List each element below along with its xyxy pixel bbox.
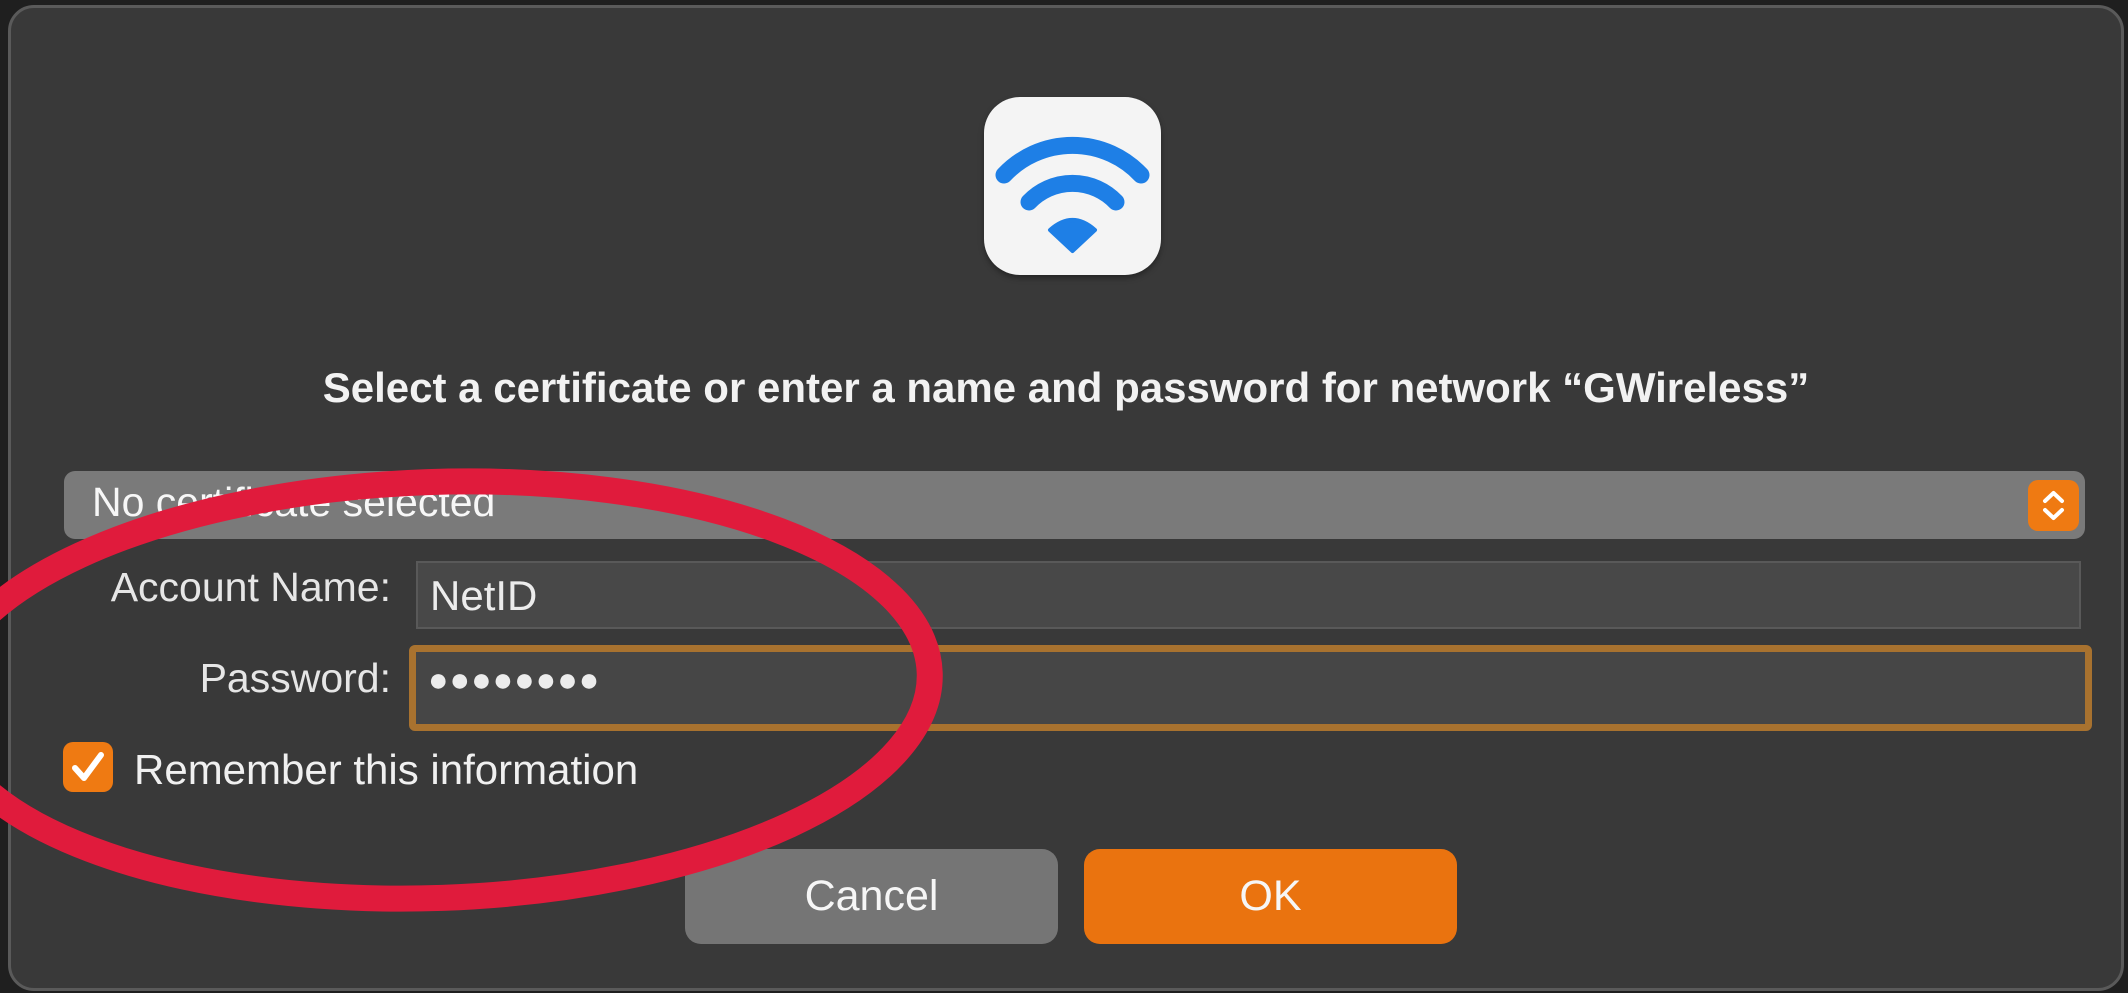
- account-name-value: NetID: [430, 572, 538, 619]
- remember-checkbox[interactable]: [63, 742, 113, 792]
- account-name-field[interactable]: NetID: [416, 561, 2081, 629]
- password-label: Password:: [199, 655, 391, 701]
- ok-button[interactable]: OK: [1084, 849, 1457, 944]
- certificate-popup[interactable]: No certificate selected: [64, 471, 2085, 539]
- remember-checkbox-label[interactable]: Remember this information: [134, 746, 638, 794]
- network-login-dialog: Select a certificate or enter a name and…: [8, 5, 2124, 991]
- checkmark-icon: [72, 752, 104, 781]
- certificate-popup-value: No certificate selected: [92, 479, 496, 525]
- account-name-label: Account Name:: [110, 564, 391, 610]
- password-field[interactable]: ●●●●●●●●: [409, 645, 2092, 731]
- dialog-title: Select a certificate or enter a name and…: [322, 364, 1810, 411]
- cancel-button[interactable]: Cancel: [685, 849, 1058, 944]
- stepper-arrows-icon[interactable]: [2028, 480, 2079, 531]
- password-value: ●●●●●●●●: [428, 661, 601, 699]
- wifi-icon: [984, 97, 1161, 275]
